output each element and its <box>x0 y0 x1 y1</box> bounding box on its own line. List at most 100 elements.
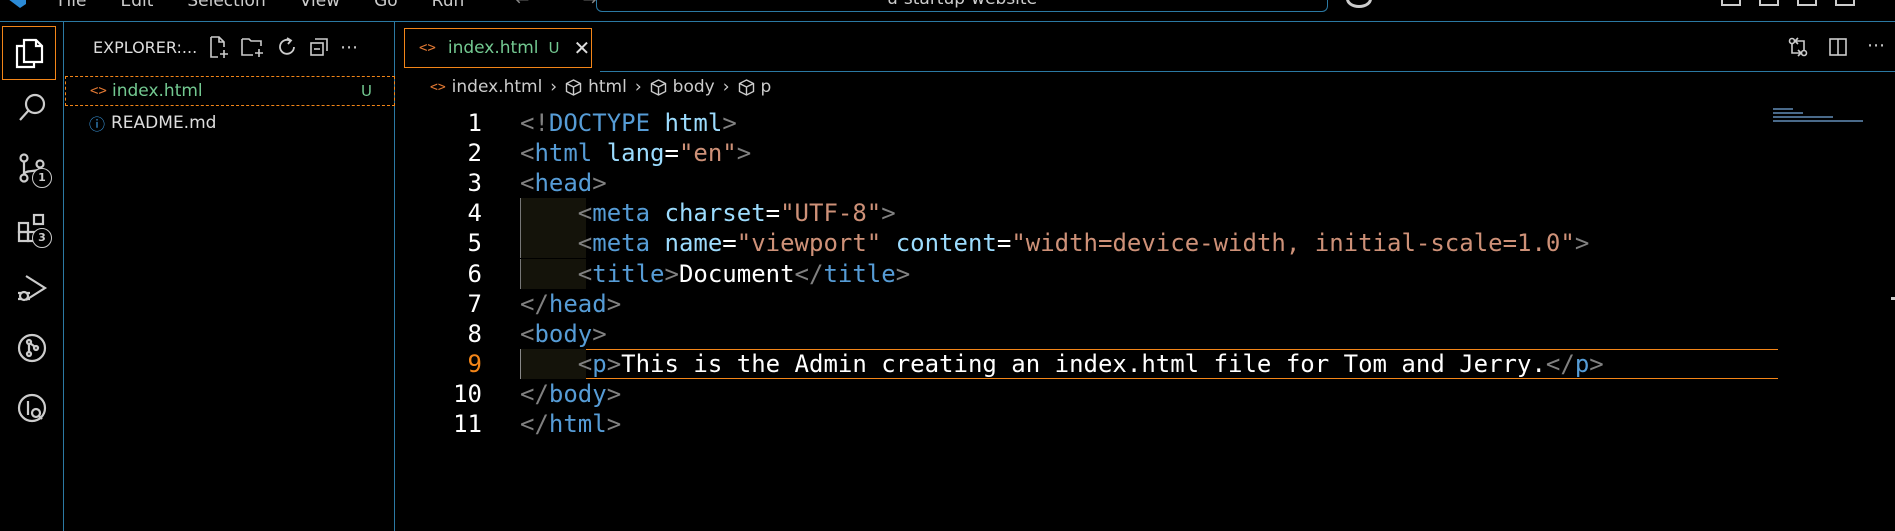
activity-gitlens[interactable] <box>0 380 64 436</box>
file-name: README.md <box>111 113 217 133</box>
html-file-icon: <> <box>90 83 107 99</box>
code-line[interactable]: 11 </html> <box>396 409 1895 439</box>
code-line[interactable]: 3 <head> <box>396 168 1895 198</box>
code-token: body <box>548 379 607 408</box>
code-token: </ <box>1545 349 1575 378</box>
activity-source-control[interactable]: 1 <box>0 140 64 196</box>
code-token: > <box>606 410 622 438</box>
code-token: > <box>592 319 607 348</box>
collapse-all-icon[interactable] <box>308 36 330 58</box>
line-number: 1 <box>467 109 482 137</box>
code-token: = <box>996 229 1012 258</box>
gitlens-icon <box>17 393 47 423</box>
line-source: </head> <box>520 289 621 319</box>
breadcrumb-item-body[interactable]: body <box>673 77 715 97</box>
code-line[interactable]: 9 <p>This is the Admin creating an index… <box>396 348 1895 379</box>
toggle-panel-icon[interactable] <box>1797 0 1817 6</box>
refresh-icon[interactable] <box>276 36 298 58</box>
open-changes-icon[interactable] <box>1787 36 1809 58</box>
code-line[interactable]: 1 <!DOCTYPE html> <box>396 108 1895 138</box>
line-source: <html lang="en"> <box>520 138 751 168</box>
code-line[interactable]: 4 <meta charset="UTF-8"> <box>396 198 1895 229</box>
split-editor-icon[interactable] <box>1827 36 1849 58</box>
close-icon[interactable]: ✕ <box>573 36 590 60</box>
code-token: html <box>548 410 607 438</box>
menu-view[interactable]: View <box>300 0 340 11</box>
code-token: < <box>520 169 535 198</box>
code-token: < <box>577 259 593 288</box>
code-token: body <box>534 319 593 348</box>
title-bar: File Edit Selection View Go Run ← → u-st… <box>0 0 1895 22</box>
git-untracked-badge: U <box>548 39 560 57</box>
code-token: DOCTYPE <box>548 109 651 137</box>
new-file-icon[interactable] <box>206 35 230 59</box>
menu-run[interactable]: Run <box>432 0 465 11</box>
files-icon <box>15 38 44 69</box>
code-token: head <box>534 169 593 198</box>
copilot-icon[interactable] <box>1346 0 1372 8</box>
line-source: </body> <box>520 379 621 409</box>
toggle-sidebar-icon[interactable] <box>1759 0 1779 6</box>
line-number: 10 <box>453 379 482 408</box>
file-item-index-html[interactable]: <> index.html U <box>65 76 395 106</box>
html-file-icon: <> <box>419 40 436 56</box>
line-source: <meta name="viewport" content="width=dev… <box>520 228 1590 258</box>
activity-git-graph[interactable] <box>0 320 64 376</box>
code-token: html <box>664 109 723 137</box>
code-line[interactable]: 6 <title>Document</title> <box>396 258 1895 289</box>
code-token: charset <box>664 199 766 228</box>
toggle-secondary-sidebar-icon[interactable] <box>1835 0 1855 6</box>
code-line[interactable]: 2 <html lang="en"> <box>396 138 1895 168</box>
line-source: <p>This is the Admin creating an index.h… <box>520 349 1604 379</box>
minimap[interactable] <box>1773 108 1863 138</box>
more-actions-icon[interactable]: ⋯ <box>1867 36 1885 58</box>
extensions-badge: 3 <box>32 228 52 248</box>
activity-explorer[interactable] <box>2 26 56 80</box>
menu-selection[interactable]: Selection <box>187 0 265 11</box>
line-source: </html> <box>520 409 621 439</box>
code-line[interactable]: 8 <body> <box>396 319 1895 349</box>
code-line[interactable]: 7 </head> <box>396 289 1895 319</box>
command-center-search[interactable]: u-startup-website <box>596 0 1328 12</box>
new-folder-icon[interactable] <box>240 35 266 59</box>
tab-index-html[interactable]: <> index.html U ✕ <box>404 28 592 68</box>
file-item-readme[interactable]: ⓘ README.md <box>65 108 395 138</box>
code-line[interactable]: 10 </body> <box>396 379 1895 409</box>
line-number: 9 <box>467 349 482 378</box>
code-token: > <box>606 349 622 378</box>
layout-customize-icon[interactable] <box>1721 0 1741 6</box>
file-name: index.html <box>112 81 203 101</box>
line-source: <title>Document</title> <box>520 259 910 289</box>
code-token: name <box>664 229 723 258</box>
line-number: 7 <box>467 289 482 318</box>
breadcrumb-item-html[interactable]: html <box>588 77 627 97</box>
code-token: This is the Admin creating an index.html… <box>621 349 1546 378</box>
code-line[interactable]: 5 <meta name="viewport" content="width=d… <box>396 228 1895 259</box>
chevron-right-icon: › <box>550 77 558 97</box>
code-token: "UTF-8" <box>780 199 882 228</box>
code-token: > <box>895 259 911 288</box>
activity-extensions[interactable]: 3 <box>0 200 64 256</box>
editor-area: <> index.html U ✕ ⋯ <> index.html › html… <box>396 22 1895 531</box>
code-token: < <box>577 349 593 378</box>
source-control-badge: 1 <box>32 168 52 188</box>
menu-file[interactable]: File <box>58 0 86 11</box>
breadcrumb-item-file[interactable]: index.html <box>452 77 543 97</box>
breadcrumb: <> index.html › html › body › p <box>396 72 1895 102</box>
menu-edit[interactable]: Edit <box>120 0 153 11</box>
code-token: > <box>736 139 752 168</box>
more-actions-icon[interactable]: ⋯ <box>340 37 358 58</box>
activity-run-debug[interactable] <box>0 260 64 316</box>
code-token: < <box>577 199 593 228</box>
activity-search[interactable] <box>0 80 64 136</box>
git-graph-icon <box>17 333 47 363</box>
menu-go[interactable]: Go <box>374 0 398 11</box>
layout-controls <box>1721 0 1855 6</box>
breadcrumb-item-p[interactable]: p <box>761 77 772 97</box>
